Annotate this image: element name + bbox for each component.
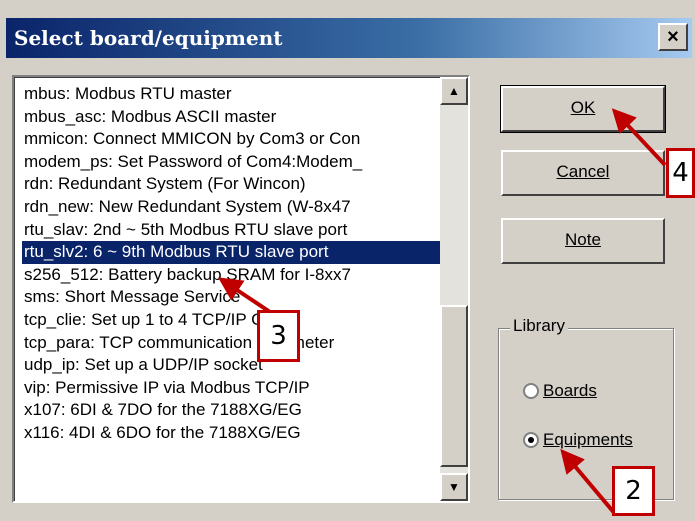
- arrow-step2: [560, 448, 618, 517]
- annotation-arrows: [218, 108, 667, 517]
- callout-step-4: 4: [666, 148, 695, 198]
- callout-step-2: 2: [612, 466, 655, 516]
- arrow-step4: [611, 108, 667, 167]
- callout-step-3: 3: [257, 310, 300, 362]
